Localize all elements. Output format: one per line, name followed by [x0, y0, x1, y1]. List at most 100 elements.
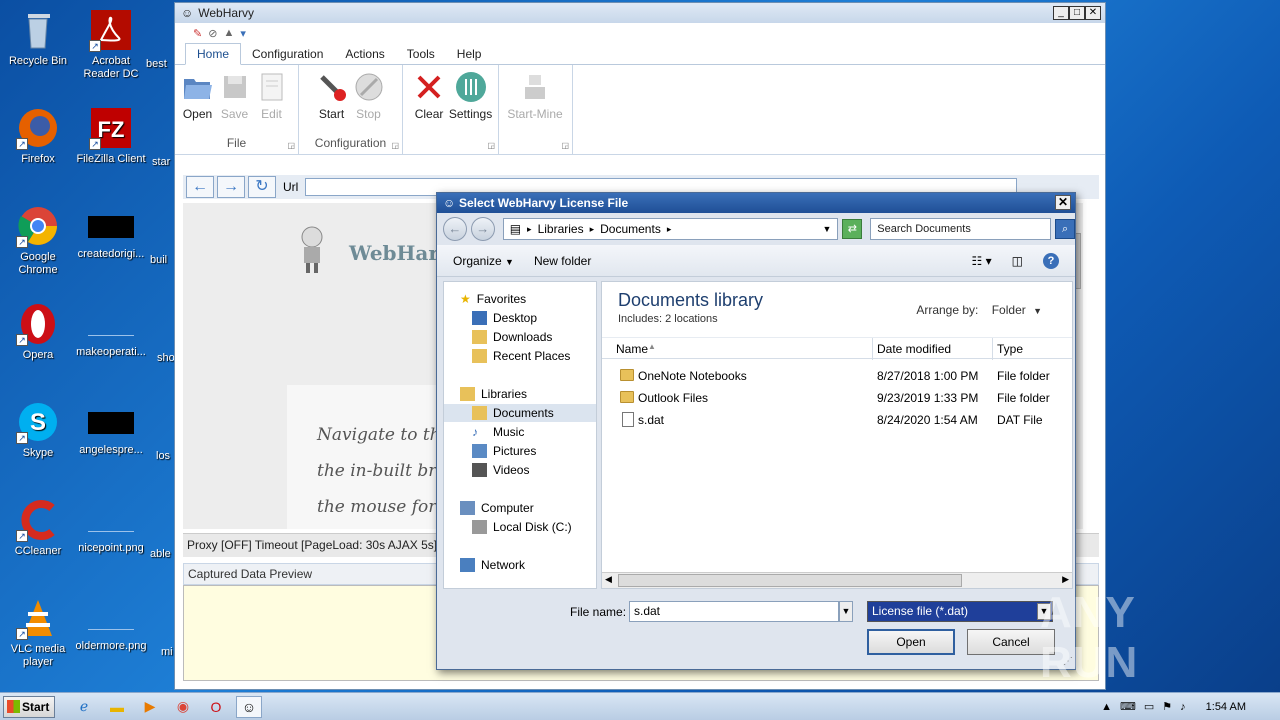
column-header-name[interactable]: Name	[616, 342, 648, 356]
search-icon[interactable]: ⌕	[1055, 219, 1075, 239]
dropdown-icon[interactable]: ▾	[240, 27, 246, 40]
desktop-icon-acrobat[interactable]: ↗ Acrobat Reader DC	[73, 8, 149, 81]
desktop-icon-file[interactable]: makeoperati...	[73, 302, 149, 359]
expand-icon[interactable]: ◲	[391, 141, 399, 150]
expand-icon[interactable]: ◲	[561, 141, 569, 150]
file-row[interactable]: Outlook Files 9/23/2019 1:33 PM File fol…	[602, 388, 1072, 408]
column-divider[interactable]	[992, 338, 993, 360]
desktop-icon-firefox[interactable]: ↗ Firefox	[0, 106, 76, 166]
mine-icon[interactable]: ▲	[223, 27, 234, 39]
desktop-icon-file[interactable]: nicepoint.png	[73, 498, 149, 555]
nav-pictures[interactable]: Pictures	[472, 442, 536, 460]
breadcrumb-item[interactable]: Documents	[600, 222, 661, 236]
desktop-icon-chrome[interactable]: ↗ Google Chrome	[0, 204, 76, 277]
start-mine-button[interactable]: Start-Mine	[503, 69, 567, 154]
nav-network[interactable]: Network	[460, 556, 525, 574]
scroll-thumb[interactable]	[618, 574, 962, 587]
breadcrumb[interactable]: ▤ ▸ Libraries ▸ Documents ▸ ▼	[502, 218, 839, 240]
start-button[interactable]: Start	[3, 695, 55, 718]
desktop-icon-partial[interactable]: buil	[150, 254, 176, 267]
file-date: 9/23/2019 1:33 PM	[877, 391, 979, 405]
nav-local-disk[interactable]: Local Disk (C:)	[472, 518, 572, 536]
arrange-dropdown[interactable]: Folder ▼	[992, 303, 1042, 317]
expand-icon[interactable]: ◲	[287, 141, 295, 150]
view-options-icon[interactable]: ☷ ▾	[972, 254, 992, 268]
back-button[interactable]: ←	[443, 217, 467, 241]
scroll-right-icon[interactable]: ▶	[1062, 574, 1069, 585]
desktop-icon-filezilla[interactable]: FZ ↗ FileZilla Client	[73, 106, 149, 166]
new-folder-button[interactable]: New folder	[534, 254, 591, 268]
library-includes[interactable]: Includes: 2 locations	[618, 313, 718, 325]
forward-button[interactable]: →	[470, 217, 495, 241]
desktop-icon-label: Opera	[22, 349, 54, 361]
file-row[interactable]: s.dat 8/24/2020 1:54 AM DAT File	[602, 410, 1072, 430]
forward-button[interactable]: →	[217, 176, 245, 198]
desktop-icon-skype[interactable]: S ↗ Skype	[0, 400, 76, 460]
wrench-icon[interactable]: ✎	[193, 27, 202, 40]
desktop-icon-file[interactable]: angelespre...	[73, 400, 149, 457]
media-player-icon[interactable]: ▶	[137, 696, 163, 718]
desktop-icon-file[interactable]: oldermore.png	[73, 596, 149, 653]
back-button[interactable]: ←	[186, 176, 214, 198]
file-row[interactable]: OneNote Notebooks 8/27/2018 1:00 PM File…	[602, 366, 1072, 386]
nav-videos[interactable]: Videos	[472, 461, 529, 479]
webharvy-taskbar-icon[interactable]: ☺	[236, 695, 262, 718]
expand-icon[interactable]: ◲	[487, 141, 495, 150]
chrome-icon[interactable]: ◉	[170, 696, 196, 718]
preview-pane-icon[interactable]: ◫	[1012, 254, 1023, 268]
help-icon[interactable]: ?	[1043, 252, 1059, 269]
flag-icon[interactable]: ⚑	[1162, 700, 1172, 713]
tab-configuration[interactable]: Configuration	[241, 44, 334, 64]
tab-home[interactable]: Home	[185, 43, 242, 65]
desktop-icon-recycle-bin[interactable]: Recycle Bin	[0, 8, 76, 68]
file-name-dropdown-icon[interactable]: ▼	[839, 601, 853, 622]
nav-libraries[interactable]: Libraries	[460, 385, 527, 403]
minimize-button[interactable]: _	[1053, 6, 1069, 20]
dialog-close-button[interactable]: ✕	[1055, 195, 1071, 210]
column-divider[interactable]	[872, 338, 873, 360]
tray-expand-icon[interactable]: ▲	[1101, 701, 1112, 713]
tab-help[interactable]: Help	[446, 44, 493, 64]
battery-icon[interactable]: ▭	[1144, 700, 1154, 713]
desktop-icon-partial[interactable]: star	[152, 156, 176, 169]
file-type-select[interactable]: License file (*.dat)	[867, 601, 1053, 622]
desktop-icon-partial[interactable]: able	[150, 548, 176, 561]
nav-favorites[interactable]: ★ Favorites	[460, 290, 526, 308]
explorer-icon[interactable]: ▬	[104, 696, 130, 718]
horizontal-scrollbar[interactable]: ◀ ▶	[602, 572, 1072, 588]
desktop-icon-partial[interactable]: best	[146, 58, 176, 71]
refresh-button[interactable]: ⇄	[842, 219, 863, 239]
column-header-type[interactable]: Type	[997, 342, 1023, 356]
clock[interactable]: 1:54 AM	[1206, 701, 1246, 713]
breadcrumb-item[interactable]: Libraries	[538, 222, 584, 236]
nav-desktop[interactable]: Desktop	[472, 309, 537, 327]
desktop-icon-vlc[interactable]: ↗ VLC media player	[0, 596, 76, 669]
desktop-icon-partial[interactable]: los	[156, 450, 176, 463]
maximize-button[interactable]: □	[1069, 6, 1085, 20]
opera-icon[interactable]: O	[203, 696, 229, 718]
ie-icon[interactable]: ℯ	[71, 696, 97, 718]
search-input[interactable]: Search Documents	[870, 218, 1052, 240]
keyboard-icon[interactable]: ⌨	[1120, 700, 1136, 713]
organize-button[interactable]: Organize ▼	[453, 254, 514, 268]
nav-documents[interactable]: Documents	[444, 404, 596, 422]
reload-button[interactable]: ↻	[248, 176, 276, 198]
file-name-input[interactable]: s.dat	[629, 601, 839, 622]
tab-actions[interactable]: Actions	[334, 44, 395, 64]
nav-recent-places[interactable]: Recent Places	[472, 347, 570, 365]
desktop-icon-file[interactable]: createdorigi...	[73, 204, 149, 261]
clear-button[interactable]: Clear	[411, 69, 447, 154]
stop-icon[interactable]: ⊘	[208, 27, 217, 40]
nav-downloads[interactable]: Downloads	[472, 328, 552, 346]
open-button[interactable]: Open	[867, 629, 955, 655]
nav-music[interactable]: ♪ Music	[472, 423, 524, 441]
desktop-icon-opera[interactable]: ↗ Opera	[0, 302, 76, 362]
volume-icon[interactable]: ♪	[1180, 701, 1186, 713]
nav-computer[interactable]: Computer	[460, 499, 534, 517]
tab-tools[interactable]: Tools	[396, 44, 446, 64]
scroll-left-icon[interactable]: ◀	[605, 574, 612, 585]
desktop-icon-ccleaner[interactable]: ↗ CCleaner	[0, 498, 76, 558]
column-header-date[interactable]: Date modified	[877, 342, 951, 356]
close-button[interactable]: ✕	[1085, 6, 1101, 20]
chevron-down-icon[interactable]: ▼	[823, 224, 832, 234]
